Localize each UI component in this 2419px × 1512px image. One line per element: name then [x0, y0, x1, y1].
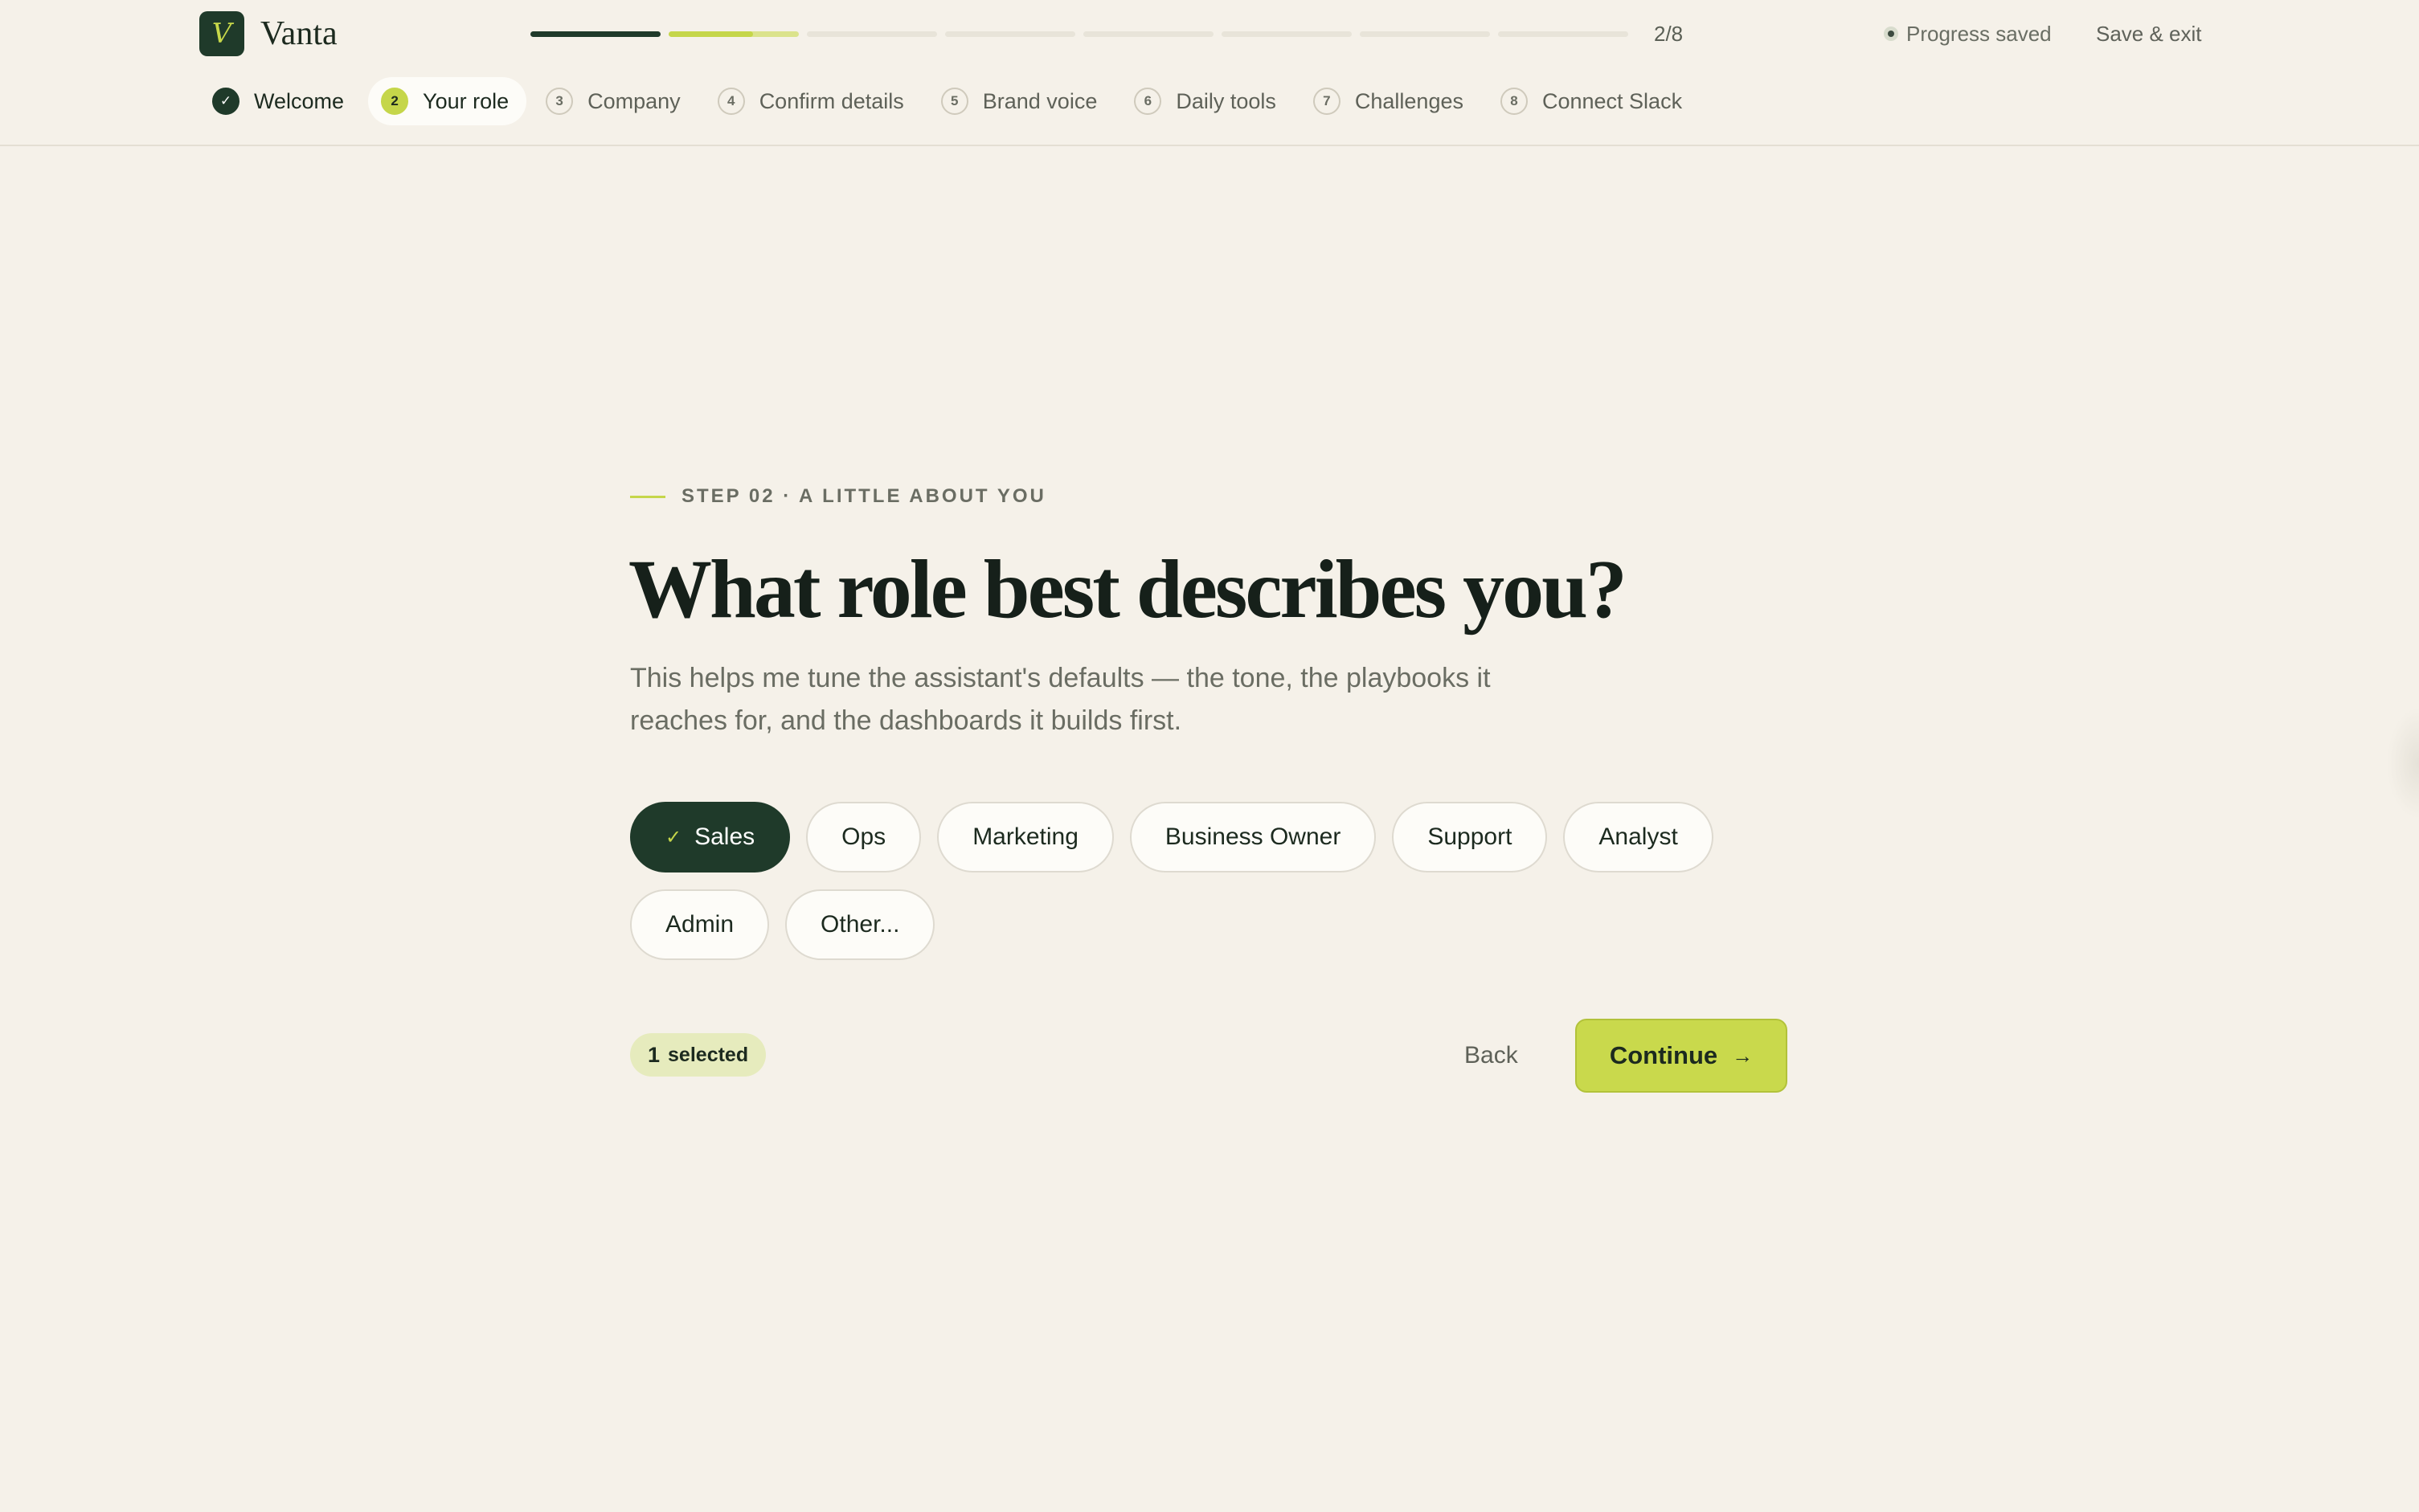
check-icon: ✓ [212, 88, 239, 115]
save-exit-button[interactable]: Save & exit [2096, 18, 2202, 50]
progress-segment-fill [669, 31, 754, 37]
role-option-business-owner[interactable]: Business Owner [1129, 802, 1377, 872]
role-option-label: Other... [821, 911, 900, 938]
progress-segment [530, 31, 661, 37]
page-subtitle: This helps me tune the assistant's defau… [630, 663, 1491, 736]
role-option-label: Sales [694, 823, 755, 850]
step-challenges[interactable]: 7 Challenges [1300, 77, 1481, 125]
selected-count: 1 [648, 1042, 661, 1067]
step-company[interactable]: 3 Company [533, 77, 698, 125]
role-option-label: Support [1427, 823, 1512, 850]
step-label: Company [587, 88, 681, 113]
step-eyebrow: STEP 02 · A LITTLE ABOUT YOU [630, 480, 1046, 513]
role-option-other[interactable]: Other... [785, 889, 935, 960]
step-welcome[interactable]: ✓ Welcome [199, 77, 362, 125]
progress-segment [1083, 31, 1214, 37]
eyebrow-label: STEP 02 · A LITTLE ABOUT YOU [681, 485, 1046, 507]
logo-icon: V [199, 11, 244, 56]
role-option-label: Admin [665, 911, 735, 938]
check-icon: ✓ [665, 826, 682, 848]
role-option-ops[interactable]: Ops [806, 802, 922, 872]
role-option-support[interactable]: Support [1392, 802, 1548, 872]
top-bar: V Vanta 2/8 Progress saved Save & exit ✓… [0, 0, 2419, 146]
role-options: ✓ Sales Ops Marketing Business Owner Support A… [630, 802, 1803, 960]
selected-count-badge: 1 selected [630, 1033, 767, 1077]
step-number: 5 [940, 88, 968, 115]
step-confirm-details[interactable]: 4 Confirm details [705, 77, 922, 125]
saved-dot-icon [1884, 27, 1898, 41]
step-label: Welcome [254, 88, 345, 113]
progress-segment [807, 31, 937, 37]
step-number: 6 [1134, 88, 1162, 115]
continue-button[interactable]: Continue → [1575, 1019, 1787, 1093]
step-label: Your role [423, 88, 510, 113]
step-number: 4 [717, 88, 745, 115]
role-option-label: Ops [841, 823, 886, 850]
eyebrow-line [630, 495, 665, 498]
step-number: 8 [1500, 88, 1528, 115]
progress-segment [945, 31, 1075, 37]
step-counter: 2/8 [1654, 22, 1684, 46]
step-connect-slack[interactable]: 8 Connect Slack [1488, 77, 1700, 125]
progress-segment [1498, 31, 1628, 37]
progress-bar [530, 31, 1628, 37]
step-brand-voice[interactable]: 5 Brand voice [928, 77, 1115, 125]
step-label: Confirm details [759, 88, 904, 113]
progress-segment [1222, 31, 1352, 37]
role-option-admin[interactable]: Admin [630, 889, 770, 960]
progress-segment [1360, 31, 1490, 37]
role-option-label: Business Owner [1164, 823, 1341, 850]
role-option-analyst[interactable]: Analyst [1563, 802, 1713, 872]
step-your-role[interactable]: 2 Your role [368, 77, 527, 125]
step-label: Connect Slack [1541, 88, 1683, 113]
brand-name: Vanta [260, 15, 338, 52]
step-label: Challenges [1354, 88, 1463, 113]
progress-segment [669, 31, 799, 37]
selected-label: selected [668, 1043, 749, 1066]
step-daily-tools[interactable]: 6 Daily tools [1121, 77, 1294, 125]
stepper: ✓ Welcome 2 Your role 3 Company 4 Confirm detai… [199, 77, 1700, 125]
progress-saved-label: Progress saved [1906, 22, 2052, 46]
arrow-right-icon: → [1732, 1043, 1754, 1068]
role-option-label: Marketing [972, 823, 1079, 850]
step-label: Daily tools [1176, 88, 1276, 113]
step-label: Brand voice [982, 88, 1098, 113]
step-number: 7 [1312, 88, 1340, 115]
page-title: What role best describes you? [628, 543, 1627, 635]
step-number: 2 [381, 88, 409, 115]
continue-label: Continue [1609, 1041, 1718, 1069]
back-button[interactable]: Back [1447, 1020, 1536, 1091]
edge-shadow [2387, 707, 2419, 819]
progress-saved-status: Progress saved [1884, 18, 2052, 50]
role-option-marketing[interactable]: Marketing [937, 802, 1114, 872]
step-number: 3 [546, 88, 574, 115]
role-option-sales[interactable]: ✓ Sales [630, 802, 791, 872]
role-option-label: Analyst [1598, 823, 1678, 850]
